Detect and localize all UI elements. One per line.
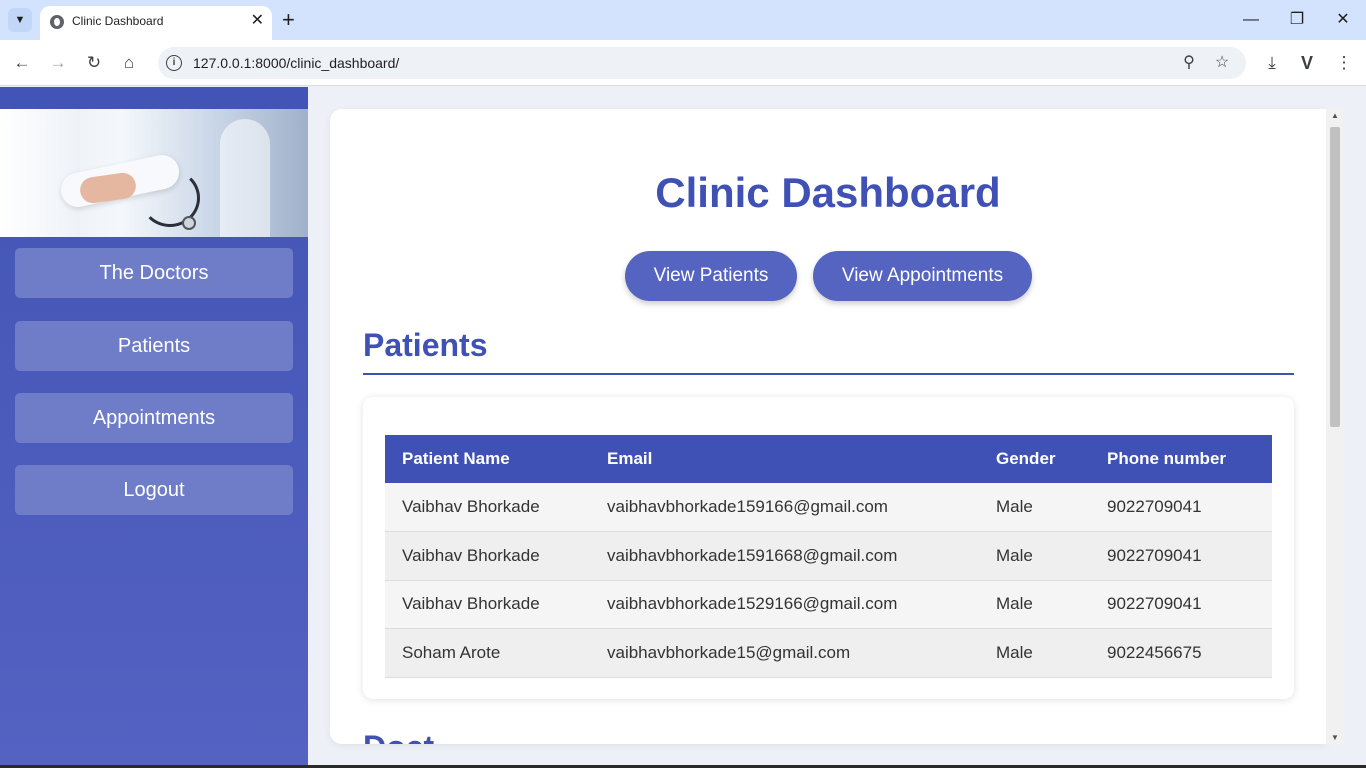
- doctor-hero-image: [0, 109, 308, 237]
- column-header-email: Email: [590, 435, 979, 483]
- patients-table: Patient Name Email Gender Phone number V…: [385, 435, 1272, 678]
- scroll-down-icon[interactable]: ▼: [1326, 733, 1344, 742]
- table-row: Vaibhav Bhorkade vaibhavbhorkade159166@g…: [385, 483, 1272, 532]
- sidebar-item-appointments[interactable]: Appointments: [15, 393, 293, 443]
- close-icon[interactable]: ✕: [1320, 8, 1366, 32]
- url-text[interactable]: 127.0.0.1:8000/clinic_dashboard/: [193, 55, 399, 71]
- patient-name-cell: Vaibhav Bhorkade: [385, 483, 590, 532]
- patient-name-cell: Vaibhav Bhorkade: [385, 531, 590, 581]
- table-row: Vaibhav Bhorkade vaibhavbhorkade1529166@…: [385, 580, 1272, 629]
- browser-tab-bar: ▼ Clinic Dashboard ✕ + — ❐ ✕: [0, 0, 1366, 40]
- address-bar[interactable]: i 127.0.0.1:8000/clinic_dashboard/ ⚲ ☆: [158, 47, 1246, 79]
- sidebar-item-patients[interactable]: Patients: [15, 321, 293, 371]
- scroll-up-icon[interactable]: ▲: [1326, 111, 1344, 120]
- sidebar-item-logout[interactable]: Logout: [15, 465, 293, 515]
- new-tab-icon[interactable]: +: [282, 8, 295, 32]
- sidebar: The Doctors Patients Appointments Logout: [0, 87, 308, 768]
- page-scrollbar[interactable]: ▲ ▼: [1326, 109, 1344, 744]
- menu-icon[interactable]: ⋮: [1332, 51, 1356, 75]
- restore-icon[interactable]: ❐: [1274, 8, 1320, 32]
- zoom-icon[interactable]: ⚲: [1178, 52, 1200, 74]
- patient-gender-cell: Male: [979, 531, 1090, 581]
- scroll-thumb[interactable]: [1330, 127, 1340, 427]
- extension-v-icon[interactable]: V: [1295, 51, 1319, 75]
- section-divider: [363, 373, 1294, 375]
- patient-phone-cell: 9022456675: [1090, 628, 1272, 678]
- sidebar-item-doctors[interactable]: The Doctors: [15, 248, 293, 298]
- page-title: Clinic Dashboard: [655, 169, 1001, 216]
- bookmark-star-icon[interactable]: ☆: [1211, 52, 1233, 74]
- tab-search-icon[interactable]: ▼: [8, 8, 32, 32]
- browser-toolbar: ← → ↻ ⌂ i 127.0.0.1:8000/clinic_dashboar…: [0, 40, 1366, 86]
- home-icon[interactable]: ⌂: [117, 51, 141, 75]
- view-patients-button[interactable]: View Patients: [625, 251, 797, 301]
- patient-email-cell: vaibhavbhorkade1591668@gmail.com: [590, 531, 979, 581]
- patients-section-title: Patients: [363, 327, 488, 363]
- patient-gender-cell: Male: [979, 483, 1090, 532]
- table-row: Vaibhav Bhorkade vaibhavbhorkade1591668@…: [385, 531, 1272, 581]
- reload-icon[interactable]: ↻: [82, 51, 106, 75]
- back-icon[interactable]: ←: [10, 51, 34, 75]
- browser-tab[interactable]: Clinic Dashboard ✕: [40, 6, 272, 40]
- patient-phone-cell: 9022709041: [1090, 483, 1272, 532]
- table-row: Soham Arote vaibhavbhorkade15@gmail.com …: [385, 628, 1272, 678]
- download-icon[interactable]: ⤓: [1260, 51, 1284, 75]
- patients-table-card: Patient Name Email Gender Phone number V…: [363, 397, 1294, 699]
- patient-phone-cell: 9022709041: [1090, 531, 1272, 581]
- patient-phone-cell: 9022709041: [1090, 580, 1272, 629]
- tab-title: Clinic Dashboard: [72, 14, 164, 28]
- main-content: Clinic Dashboard View Patients View Appo…: [330, 109, 1326, 744]
- patient-email-cell: vaibhavbhorkade15@gmail.com: [590, 628, 979, 678]
- patient-name-cell: Soham Arote: [385, 628, 590, 678]
- column-header-name: Patient Name: [385, 435, 590, 483]
- patient-email-cell: vaibhavbhorkade1529166@gmail.com: [590, 580, 979, 629]
- site-info-icon[interactable]: i: [166, 55, 182, 71]
- table-header-row: Patient Name Email Gender Phone number: [385, 435, 1272, 483]
- forward-icon[interactable]: →: [46, 51, 70, 75]
- column-header-phone: Phone number: [1090, 435, 1272, 483]
- doctors-section-title: Doct: [363, 729, 434, 744]
- patient-name-cell: Vaibhav Bhorkade: [385, 580, 590, 629]
- patient-gender-cell: Male: [979, 628, 1090, 678]
- tab-close-icon[interactable]: ✕: [251, 11, 264, 31]
- patient-email-cell: vaibhavbhorkade159166@gmail.com: [590, 483, 979, 532]
- patient-gender-cell: Male: [979, 580, 1090, 629]
- column-header-gender: Gender: [979, 435, 1090, 483]
- view-appointments-button[interactable]: View Appointments: [813, 251, 1032, 301]
- globe-icon: [50, 15, 64, 29]
- minimize-icon[interactable]: —: [1228, 8, 1274, 32]
